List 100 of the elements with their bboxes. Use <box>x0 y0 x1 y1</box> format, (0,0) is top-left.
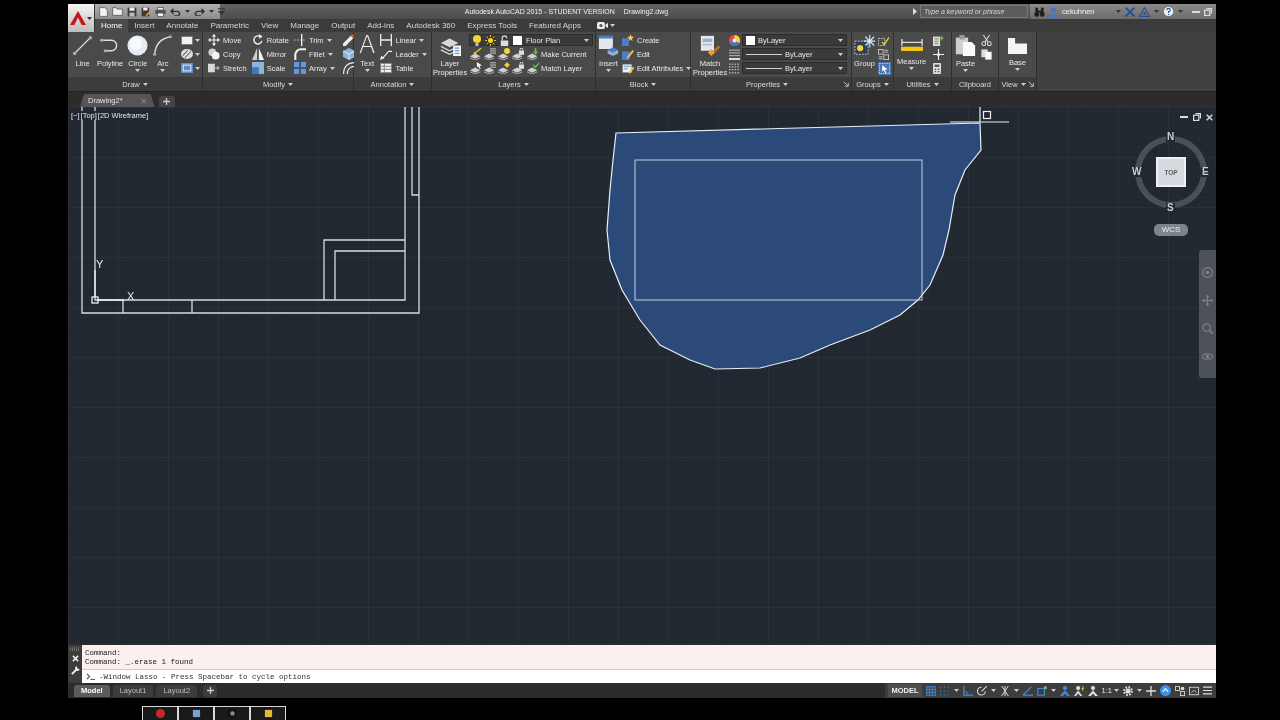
caret-icon[interactable] <box>1178 10 1183 13</box>
framed-square-icon[interactable] <box>181 63 194 73</box>
minimize-icon[interactable] <box>1192 10 1200 13</box>
caret-icon[interactable] <box>953 689 959 692</box>
padlock-icon[interactable] <box>500 34 509 46</box>
layer-arrow-icon[interactable] <box>470 48 482 60</box>
folder-icon[interactable] <box>112 7 123 16</box>
color-wheel-icon[interactable] <box>729 34 740 46</box>
caret-icon[interactable] <box>1050 689 1056 692</box>
sun-icon[interactable] <box>485 34 496 46</box>
taskbar-button[interactable] <box>178 706 214 720</box>
group-selection-toggle[interactable] <box>878 61 891 75</box>
list-spark-icon[interactable] <box>933 34 945 46</box>
north-label[interactable]: N <box>1166 132 1176 142</box>
diagonal-arrow-icon[interactable] <box>843 81 849 87</box>
screen-icon[interactable] <box>1189 685 1199 696</box>
line-caret-icon[interactable] <box>218 8 225 15</box>
south-label[interactable]: S <box>1166 203 1175 213</box>
scissors-icon[interactable] <box>981 34 992 46</box>
caret-icon[interactable] <box>1137 689 1142 692</box>
ribbon-tab[interactable]: Insert <box>128 19 161 32</box>
undo-icon[interactable] <box>170 7 181 16</box>
caret-icon[interactable] <box>195 38 201 42</box>
arc-line-icon[interactable] <box>976 685 987 696</box>
caret-icon[interactable] <box>195 66 201 70</box>
ribbon-tab[interactable]: Home <box>95 19 129 32</box>
angle-icon[interactable] <box>1022 685 1033 696</box>
taskbar-button[interactable] <box>214 706 250 720</box>
dashed-square-sparkle-icon <box>854 35 875 56</box>
dot-grid-icon[interactable] <box>939 685 950 696</box>
gear-icon[interactable] <box>1123 685 1133 696</box>
hatched-ellipse-icon[interactable] <box>181 49 194 59</box>
split-squares-icon[interactable] <box>878 48 889 60</box>
layer-lock-icon[interactable] <box>512 62 524 74</box>
caret-icon[interactable] <box>185 10 190 13</box>
ribbon-tab[interactable]: Featured Apps <box>522 19 587 32</box>
grid-icon[interactable] <box>925 685 936 696</box>
ribbon-tab[interactable]: Annotate <box>160 19 205 32</box>
dashed-square-check-icon[interactable] <box>878 34 889 46</box>
east-label[interactable]: E <box>1201 167 1210 177</box>
caret-icon[interactable] <box>1116 10 1121 13</box>
diagonal-arrow-icon[interactable] <box>1028 81 1034 87</box>
ribbon-tab[interactable]: Express Tools <box>461 19 523 32</box>
ribbon-tab[interactable]: View <box>255 19 285 32</box>
binoculars-icon[interactable] <box>1034 6 1045 17</box>
ribbon-tab[interactable]: Output <box>325 19 362 32</box>
save-icon[interactable] <box>127 6 137 17</box>
square-grid-icon <box>293 62 306 74</box>
squares-circle-icon[interactable] <box>1175 685 1185 696</box>
caret-icon[interactable] <box>610 24 615 27</box>
figure-spark-icon[interactable] <box>1073 685 1084 696</box>
layer-lines-icon[interactable] <box>484 62 496 74</box>
ribbon-tab[interactable]: Autodesk 360 <box>400 19 462 32</box>
crosshair-point-icon[interactable] <box>933 48 945 60</box>
taskbar-button[interactable] <box>142 706 178 720</box>
caret-icon[interactable] <box>195 52 201 56</box>
chevron-circle-icon[interactable] <box>1160 685 1171 696</box>
plus-icon[interactable] <box>1146 685 1156 696</box>
caret-icon[interactable] <box>1013 689 1019 692</box>
eraser-icon[interactable] <box>342 34 355 46</box>
dashed-lines-icon[interactable] <box>729 62 740 74</box>
caret-icon[interactable] <box>1154 10 1159 13</box>
ribbon-tab[interactable]: Manage <box>284 19 326 32</box>
crossed-lines-icon[interactable] <box>999 685 1010 696</box>
form-pencil-icon <box>622 62 634 74</box>
new-tab-button[interactable] <box>158 96 175 107</box>
parallel-curves-icon[interactable] <box>342 62 355 74</box>
printer-icon[interactable] <box>155 6 166 17</box>
caret-icon <box>584 38 589 42</box>
layer-bulb-icon[interactable] <box>498 48 510 60</box>
layer-lines-icon[interactable] <box>484 48 496 60</box>
menu-icon[interactable] <box>1203 686 1212 695</box>
layer-lock-icon[interactable] <box>512 48 524 60</box>
snap-square-icon[interactable] <box>1036 685 1047 696</box>
ribbon-tab[interactable]: Parametric <box>204 19 256 32</box>
caret-icon[interactable] <box>209 10 214 13</box>
lightbulb-icon[interactable] <box>473 34 481 46</box>
two-sheets-icon[interactable] <box>981 48 992 60</box>
taskbar-button[interactable] <box>250 706 286 720</box>
west-label[interactable]: W <box>1131 167 1143 177</box>
line-weights-icon[interactable] <box>729 48 740 60</box>
figure-icon[interactable] <box>1059 685 1070 696</box>
save-as-icon[interactable] <box>141 6 151 17</box>
ribbon-tab[interactable]: Add-ins <box>361 19 401 32</box>
wrench-icon[interactable] <box>70 666 80 675</box>
redo-icon[interactable] <box>194 7 205 16</box>
restore-icon[interactable] <box>1193 113 1201 121</box>
triangle-arrow-icon[interactable] <box>913 8 917 15</box>
add-layout-button[interactable] <box>203 684 218 697</box>
caret-icon[interactable] <box>990 689 996 692</box>
help-icon[interactable] <box>1163 6 1174 17</box>
video-camera-icon[interactable] <box>597 22 608 29</box>
grip-icon[interactable] <box>70 647 80 651</box>
figure-icon[interactable] <box>1087 685 1098 696</box>
new-file-icon[interactable] <box>99 6 108 17</box>
application-menu-button[interactable] <box>68 4 95 32</box>
ring-dot-icon[interactable] <box>1202 266 1213 278</box>
layer-cursor-icon[interactable] <box>470 62 482 74</box>
calculator-icon[interactable] <box>933 62 942 74</box>
layer-sun-icon[interactable] <box>498 62 510 74</box>
